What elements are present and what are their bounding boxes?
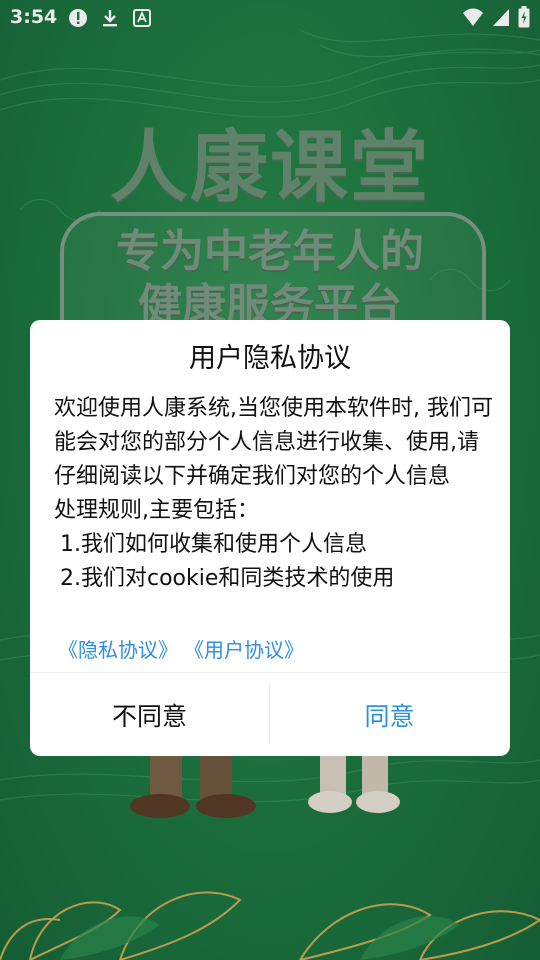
disagree-button[interactable]: 不同意 bbox=[30, 673, 269, 756]
screen: 人康课堂 专为中老年人的 健康服务平台 3:54 用户隐私协议 欢迎使用人康系统… bbox=[0, 0, 540, 960]
user-agreement-link[interactable]: 《用户协议》 bbox=[184, 634, 304, 663]
dialog-body: 欢迎使用人康系统,当您使用本软件时, 我们可能会对您的部分个人信息进行收集、使用… bbox=[54, 392, 494, 596]
privacy-agreement-link[interactable]: 《隐私协议》 bbox=[58, 634, 178, 663]
dialog-list-item: 2.我们对cookie和同类技术的使用 bbox=[60, 566, 395, 591]
agree-button[interactable]: 同意 bbox=[270, 673, 509, 756]
privacy-dialog: 用户隐私协议 欢迎使用人康系统,当您使用本软件时, 我们可能会对您的部分个人信息… bbox=[30, 320, 510, 756]
dialog-list-item: 1.我们如何收集和使用个人信息 bbox=[60, 532, 367, 557]
dialog-title: 用户隐私协议 bbox=[189, 343, 351, 374]
dialog-links: 《隐私协议》 《用户协议》 bbox=[58, 634, 304, 663]
dialog-intro: 处理规则,主要包括： bbox=[54, 498, 259, 523]
dialog-paragraph: 欢迎使用人康系统,当您使用本软件时, 我们可能会对您的部分个人信息进行收集、使用… bbox=[54, 396, 493, 489]
